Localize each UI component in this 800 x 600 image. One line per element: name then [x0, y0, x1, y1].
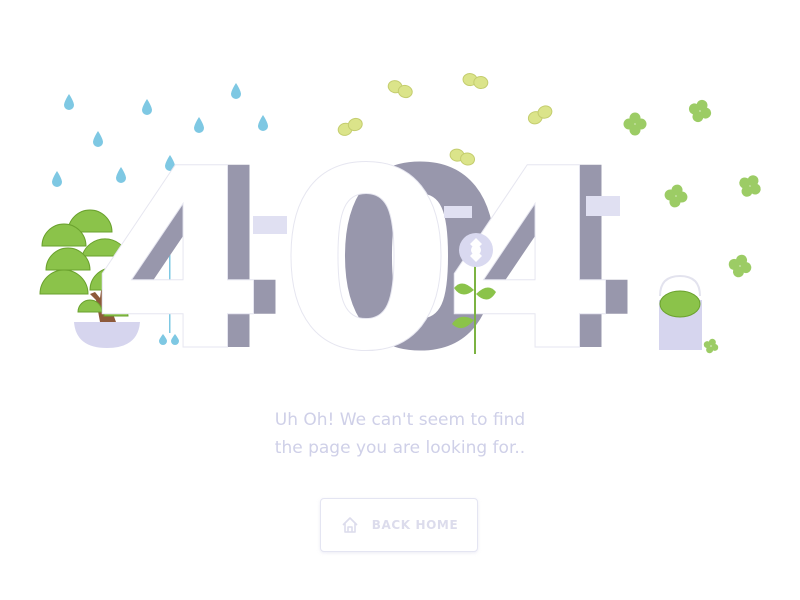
error-message-line-1: Uh Oh! We can't seem to find — [274, 410, 526, 430]
raindrop-icon — [142, 99, 152, 115]
home-icon — [340, 515, 360, 535]
clover-icon — [664, 184, 688, 208]
back-home-button[interactable]: BACK HOME — [320, 498, 478, 552]
error-digit-2: 0 — [279, 115, 453, 406]
flower-stem — [474, 262, 476, 354]
error-message-line-2: the page you are looking for.. — [274, 438, 526, 458]
back-home-label: BACK HOME — [371, 518, 459, 532]
clover-icon — [728, 254, 752, 278]
raindrop-icon — [231, 83, 241, 99]
clover-icon — [703, 338, 719, 354]
butterfly-icon — [387, 80, 413, 99]
bucket-water — [659, 290, 701, 318]
clover-icon — [688, 99, 712, 123]
raindrop-icon — [52, 171, 62, 187]
bucket — [659, 274, 702, 350]
tree-canopy — [39, 269, 89, 295]
butterfly-icon — [462, 73, 489, 90]
digits-main: 4 0 4 — [91, 115, 618, 407]
error-message: Uh Oh! We can't seem to find the page yo… — [200, 406, 600, 462]
raindrop-icon — [64, 94, 74, 110]
error-digit-1: 4 — [91, 115, 265, 406]
clover-icon — [739, 175, 761, 197]
